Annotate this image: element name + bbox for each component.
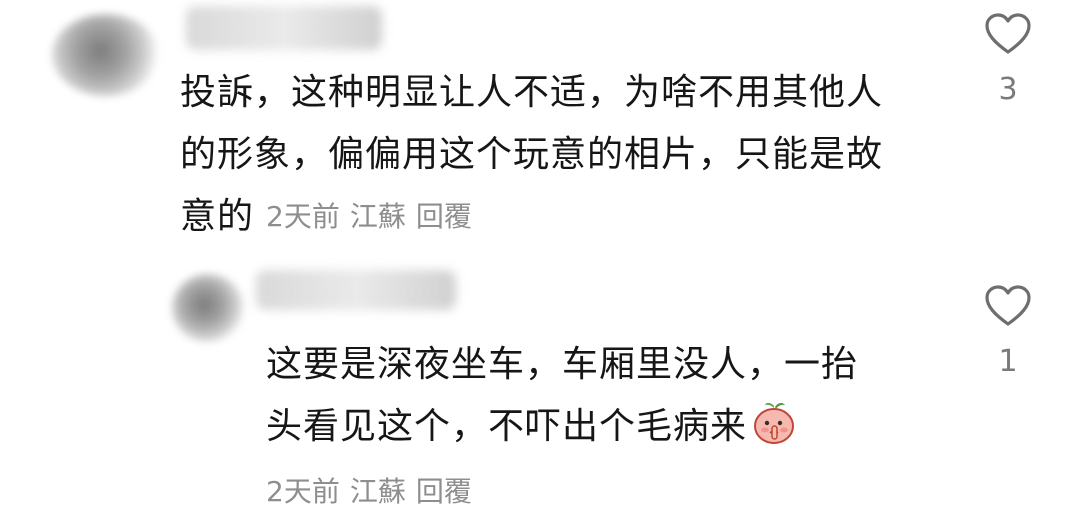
avatar[interactable] xyxy=(52,14,160,96)
comment-text-line: 意的 2天前 江蘇 回覆 xyxy=(180,186,883,248)
like-control: 1 xyxy=(978,284,1038,379)
shush-peach-emoji xyxy=(754,402,795,444)
reply-button[interactable]: 回覆 xyxy=(416,200,472,233)
comment-location: 江蘇 xyxy=(349,475,406,508)
reply-button[interactable]: 回覆 xyxy=(416,475,472,508)
username[interactable] xyxy=(256,270,456,310)
comment-location: 江蘇 xyxy=(349,200,406,233)
comment-text-line-end: 意的 xyxy=(180,196,255,237)
comment-text: 这要是深夜坐车，车厢里没人，一抬 头看见这个，不吓出个毛病来 xyxy=(266,334,858,458)
comment-text-line: 头看见这个，不吓出个毛病来 xyxy=(266,396,858,458)
avatar[interactable] xyxy=(172,274,244,342)
comment-time: 2天前 xyxy=(266,475,340,508)
comment-meta: 2天前 江蘇 回覆 xyxy=(266,200,482,233)
username[interactable] xyxy=(186,6,382,50)
comment-text: 投訴，这种明显让人不适，为啥不用其他人 的形象，偏偏用这个玩意的相片，只能是故 … xyxy=(180,62,883,248)
heart-outline-icon[interactable] xyxy=(984,284,1032,328)
comment-text-line: 的形象，偏偏用这个玩意的相片，只能是故 xyxy=(180,134,884,175)
comment-time: 2天前 xyxy=(266,200,340,233)
comment-text-line-end: 头看见这个，不吓出个毛病来 xyxy=(266,406,748,447)
like-control: 3 xyxy=(978,12,1038,107)
comment-text-line: 这要是深夜坐车，车厢里没人，一抬 xyxy=(266,344,859,385)
like-count: 3 xyxy=(998,72,1018,107)
comment-meta: 2天前 江蘇 回覆 xyxy=(266,470,482,510)
heart-outline-icon[interactable] xyxy=(984,12,1032,56)
like-count: 1 xyxy=(998,344,1018,379)
comment-text-line: 投訴，这种明显让人不适，为啥不用其他人 xyxy=(180,72,884,113)
